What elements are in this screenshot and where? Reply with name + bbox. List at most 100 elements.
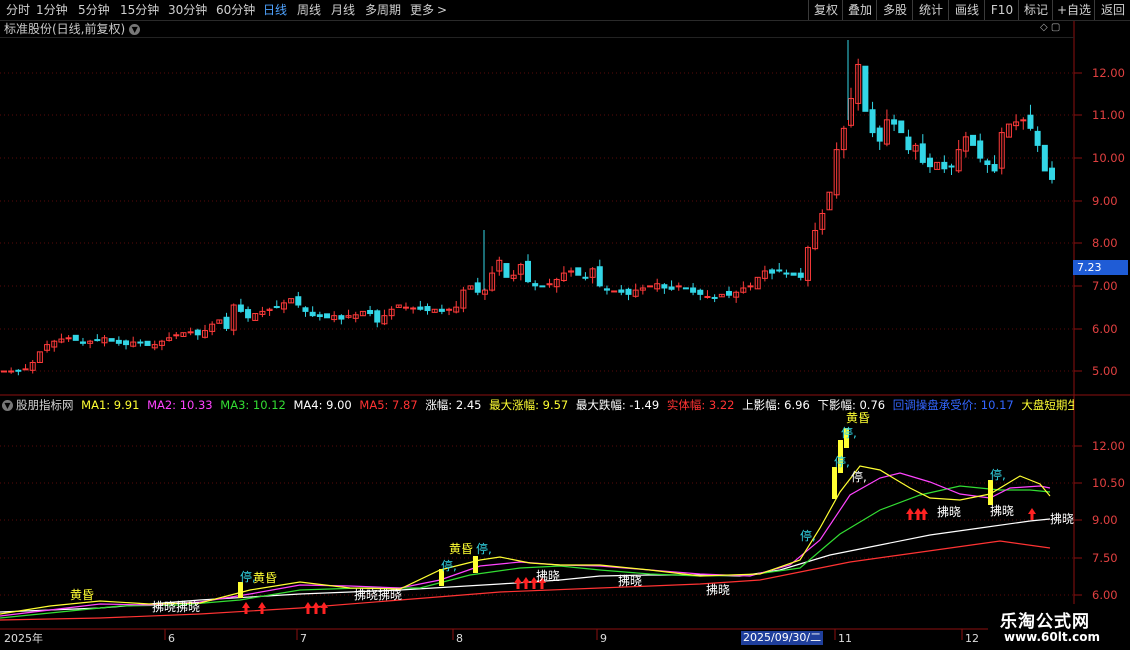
huanghun-label: 黄昏 (449, 542, 473, 556)
candle-body (711, 296, 718, 299)
buy-arrow-icon (920, 508, 928, 520)
candle-body (725, 290, 732, 296)
candle-body (338, 315, 345, 320)
fuxiao-label: 拂晓拂晓 (354, 588, 402, 602)
indicator-legend: ▼ 股朋指标网 MA1: 9.91 MA2: 10.33 MA3: 10.12 M… (0, 397, 1074, 413)
candle-body (697, 289, 704, 295)
candle-body (295, 296, 302, 306)
candle-body (137, 341, 144, 344)
candle-body (603, 288, 610, 291)
candle-body (417, 306, 424, 310)
price-tick-label: 5.00 (1092, 364, 1118, 378)
candle-body (402, 306, 409, 309)
ma4-value: MA4: 9.00 (293, 398, 352, 412)
ma1-line (0, 465, 1051, 615)
candle-body (194, 329, 201, 336)
indicator-axis: 12.00 10.50 9.00 7.50 6.00 (1092, 439, 1125, 602)
ma2-value: MA2: 10.33 (147, 398, 213, 412)
buy-arrow-icon (320, 602, 328, 614)
ma1-value: MA1: 9.91 (81, 398, 140, 412)
candle-body (991, 164, 998, 172)
candle-body (79, 341, 86, 344)
candle-body (22, 368, 29, 371)
candle-body (173, 334, 180, 337)
candle-body (582, 276, 589, 279)
indicator-name[interactable]: 股朋指标网 (16, 398, 74, 412)
candle-body (1041, 144, 1048, 172)
ting-label: 停, (851, 469, 867, 484)
candle-body (374, 310, 381, 323)
candle-body (769, 269, 776, 274)
candle-body (108, 338, 115, 342)
max-gain-value: 最大涨幅: 9.57 (489, 398, 569, 412)
candle-body (525, 260, 531, 283)
huanghun-label: 黄昏 (253, 571, 277, 585)
limit-up-bar (988, 480, 993, 505)
limit-up-bars (238, 428, 993, 598)
date-label: 8 (456, 632, 463, 645)
candle-body (539, 285, 546, 288)
candle-body (446, 308, 453, 311)
ting-label: 停, (834, 454, 850, 469)
date-label: 11 (838, 632, 852, 645)
candle-body (776, 269, 783, 272)
candle-body (273, 306, 280, 309)
candle-body (1034, 130, 1041, 146)
candle-body (948, 165, 955, 168)
date-label: 7 (300, 632, 307, 645)
candle-body (237, 304, 244, 312)
ting-label: 停, (841, 425, 857, 440)
price-axis: 12.00 11.00 10.00 9.00 8.00 7.00 6.00 5.… (1092, 66, 1125, 378)
ma3-value: MA3: 10.12 (220, 398, 286, 412)
market-lifeline-value: 大盘短期生命线: 1276. (1021, 398, 1074, 412)
indicator-tick-label: 6.00 (1092, 588, 1118, 602)
candle-body (682, 287, 689, 290)
candlesticks (1, 40, 1055, 376)
fuxiao-label: 拂晓 (618, 574, 642, 588)
fuxiao-label: 拂晓 (706, 583, 730, 597)
candle-body (245, 309, 252, 319)
title-divider (0, 37, 1074, 38)
candle-body (919, 143, 926, 163)
watermark-title: 乐淘公式网 (1000, 612, 1090, 632)
price-grid (0, 72, 1082, 372)
candle-body (926, 157, 933, 168)
candle-body (869, 109, 876, 134)
candle-body (891, 119, 898, 125)
candle-body (905, 136, 912, 151)
buy-arrow-icon (514, 577, 522, 589)
chevron-down-icon[interactable]: ▼ (2, 400, 13, 411)
candle-body (1027, 114, 1034, 129)
watermark-url: www.60lt.com (1004, 630, 1101, 644)
candle-body (668, 286, 675, 290)
candle-body (747, 285, 754, 288)
candle-body (790, 272, 797, 276)
candle-body (503, 263, 510, 278)
ting-label: 停, (441, 558, 457, 573)
candle-body (302, 307, 309, 312)
limit-up-bar (238, 582, 243, 598)
candle-body (410, 307, 417, 310)
buy-arrow-icon (312, 602, 320, 614)
candle-body (575, 267, 582, 276)
buy-arrow-icon (1028, 508, 1036, 520)
fuxiao-label: 拂晓 (536, 569, 560, 583)
candle-body (324, 313, 331, 319)
candle-body (115, 339, 122, 344)
ting-label: 停, (990, 467, 1006, 482)
max-drop-value: 最大跌幅: -1.49 (575, 398, 660, 412)
candle-body (546, 283, 553, 286)
candle-body (596, 266, 603, 287)
change-value: 涨幅: 2.45 (425, 398, 482, 412)
fuxiao-label: 拂晓 (1050, 512, 1074, 526)
price-tick-label: 11.00 (1092, 108, 1125, 122)
candle-body (977, 140, 984, 159)
candle-body (797, 272, 804, 278)
kline-chart: 12.00 11.00 10.00 9.00 8.00 7.00 6.00 5.… (0, 21, 1130, 645)
candle-body (65, 337, 72, 340)
limit-up-bar (473, 556, 478, 573)
candle-body (618, 289, 625, 293)
candle-body (675, 285, 682, 288)
fuxiao-label: 拂晓 (937, 505, 961, 519)
price-tick-label: 7.00 (1092, 279, 1118, 293)
